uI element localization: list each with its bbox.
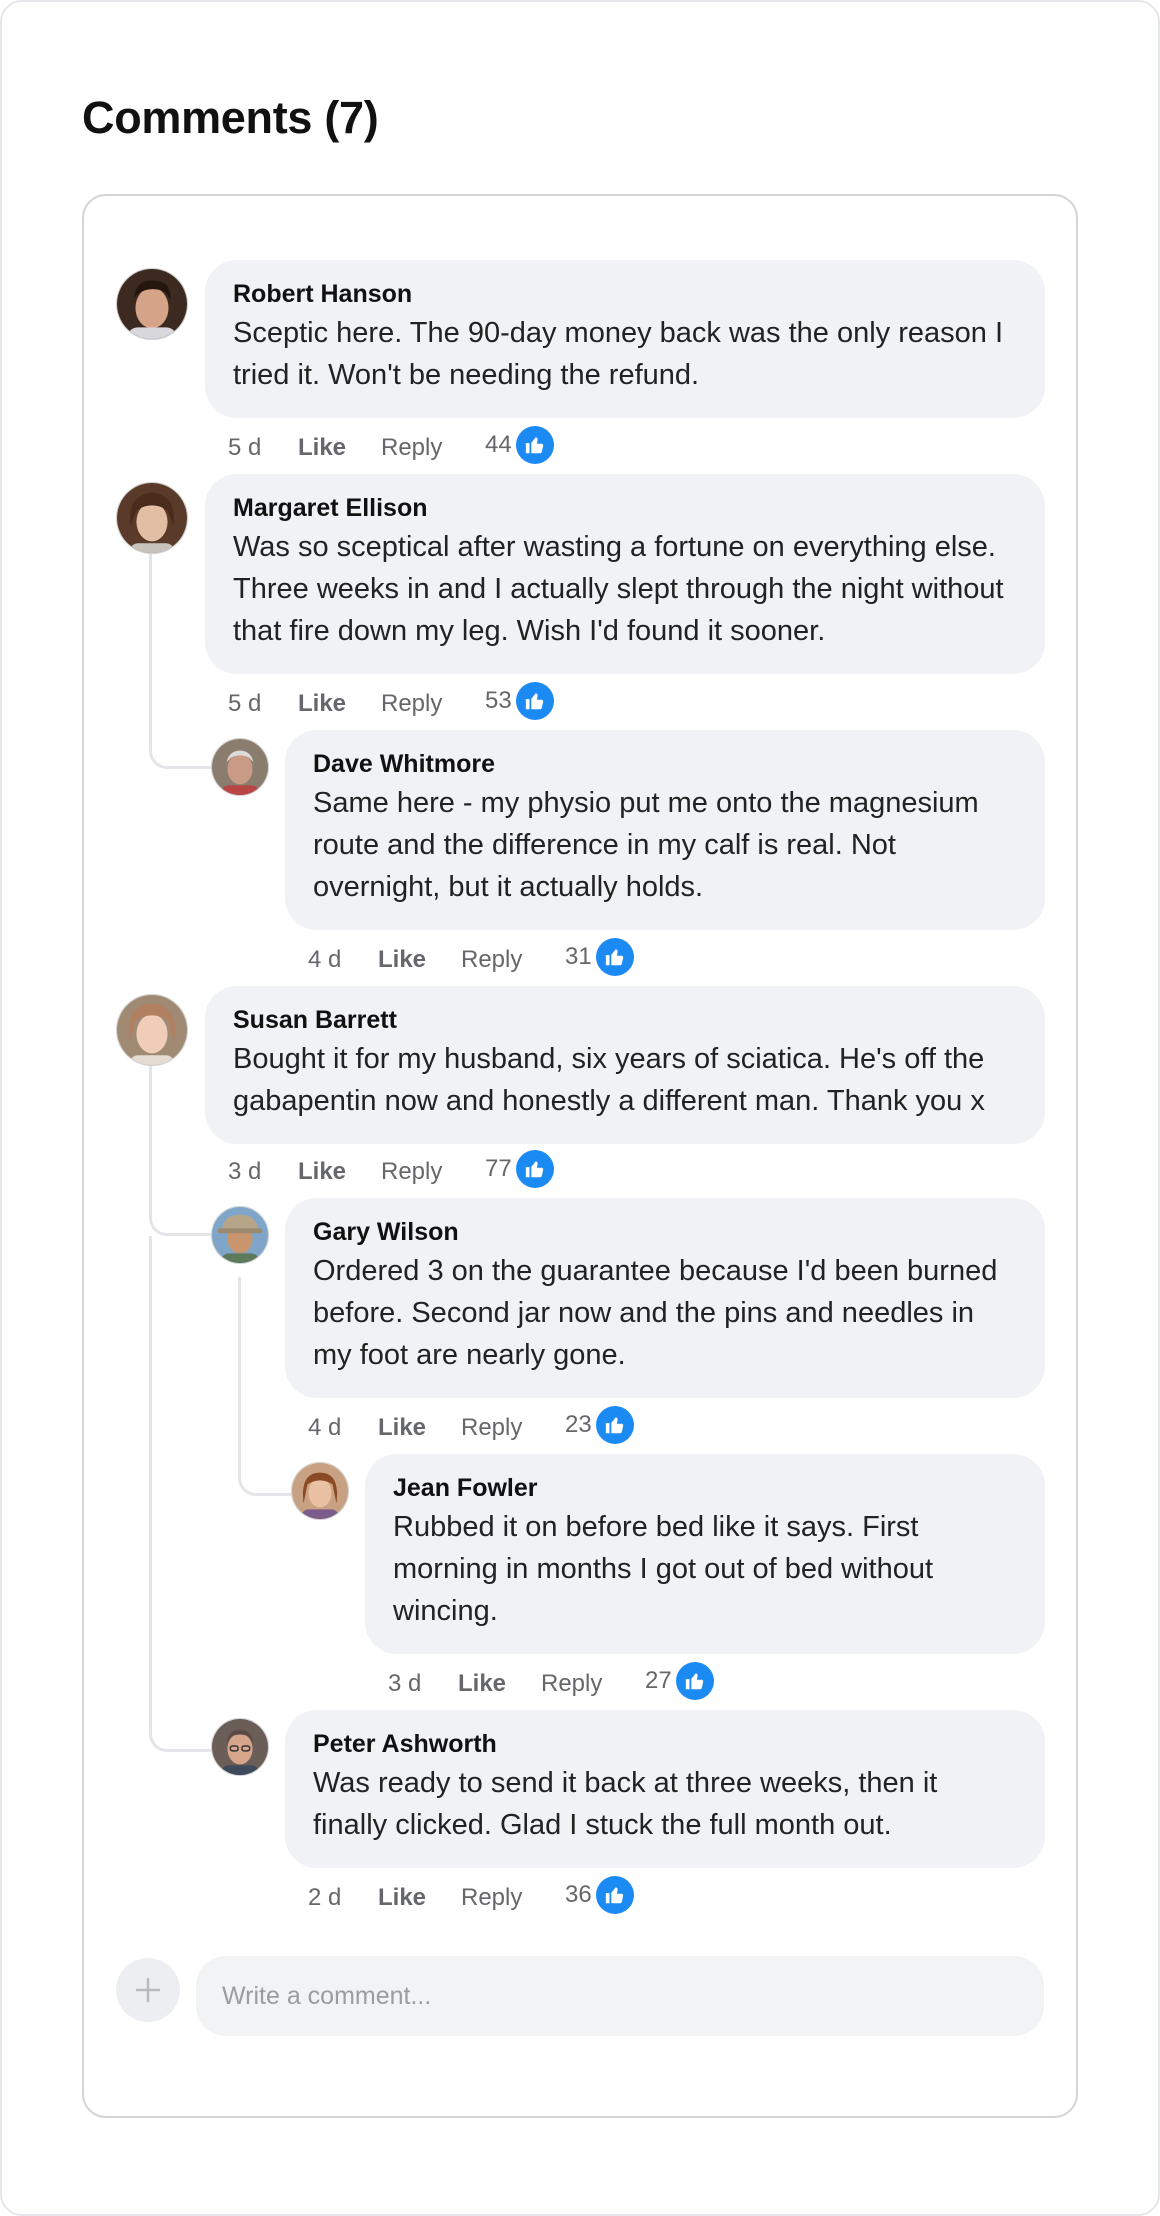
add-attachment-button[interactable] — [116, 1958, 180, 2022]
like-button[interactable]: Like — [298, 690, 381, 718]
comment-input[interactable] — [196, 1956, 1044, 2036]
comment-actions: 4 d Like Reply 23 — [308, 1406, 634, 1448]
comment-timestamp[interactable]: 5 d — [228, 434, 298, 462]
like-count[interactable]: 31 — [565, 943, 592, 971]
comment-timestamp[interactable]: 2 d — [308, 1884, 378, 1912]
like-button[interactable]: Like — [378, 1884, 461, 1912]
reply-button[interactable]: Reply — [381, 690, 485, 718]
comment-timestamp[interactable]: 3 d — [388, 1670, 458, 1698]
like-count[interactable]: 27 — [645, 1667, 672, 1695]
plus-icon — [135, 1977, 161, 2003]
like-button[interactable]: Like — [458, 1670, 541, 1698]
comment-author[interactable]: Jean Fowler — [393, 1474, 1017, 1502]
comment-text: Was ready to send it back at three weeks… — [313, 1767, 938, 1841]
comment-author[interactable]: Robert Hanson — [233, 280, 1017, 308]
comment-actions: 4 d Like Reply 31 — [308, 938, 634, 980]
comment-author[interactable]: Gary Wilson — [313, 1218, 1017, 1246]
comment-bubble: Peter Ashworth Was ready to send it back… — [285, 1710, 1045, 1868]
comment-bubble: Dave Whitmore Same here - my physio put … — [285, 730, 1045, 930]
comment-actions: 3 d Like Reply 77 — [228, 1150, 554, 1192]
comment-text: Ordered 3 on the guarantee because I'd b… — [313, 1255, 998, 1371]
reply-button[interactable]: Reply — [381, 434, 485, 462]
comment-text: Sceptic here. The 90-day money back was … — [233, 317, 1004, 391]
comment-bubble: Susan Barrett Bought it for my husband, … — [205, 986, 1045, 1144]
comment-timestamp[interactable]: 5 d — [228, 690, 298, 718]
comment-bubble: Margaret Ellison Was so sceptical after … — [205, 474, 1045, 674]
thumbs-up-icon[interactable] — [515, 426, 554, 464]
thread-line — [149, 552, 211, 769]
comment-text: Was so sceptical after wasting a fortune… — [233, 531, 1004, 647]
comment-bubble: Gary Wilson Ordered 3 on the guarantee b… — [285, 1198, 1045, 1398]
reply-button[interactable]: Reply — [461, 1884, 565, 1912]
comment-text: Same here - my physio put me onto the ma… — [313, 787, 979, 903]
like-button[interactable]: Like — [298, 434, 381, 462]
thumbs-up-icon[interactable] — [515, 682, 554, 720]
reply-button[interactable]: Reply — [461, 946, 565, 974]
comment-timestamp[interactable]: 3 d — [228, 1158, 298, 1186]
comment-author[interactable]: Peter Ashworth — [313, 1730, 1017, 1758]
avatar[interactable] — [211, 1206, 269, 1264]
comment-bubble: Robert Hanson Sceptic here. The 90-day m… — [205, 260, 1045, 418]
like-button[interactable]: Like — [378, 946, 461, 974]
thumbs-up-icon[interactable] — [595, 1406, 634, 1444]
thread-line — [149, 1236, 211, 1752]
avatar[interactable] — [116, 994, 188, 1066]
avatar[interactable] — [211, 738, 269, 796]
comment-author[interactable]: Dave Whitmore — [313, 750, 1017, 778]
thread-line — [238, 1277, 291, 1496]
page-title: Comments (7) — [82, 92, 379, 143]
reply-button[interactable]: Reply — [461, 1414, 565, 1442]
comment-actions: 2 d Like Reply 36 — [308, 1876, 634, 1918]
comment-bubble: Jean Fowler Rubbed it on before bed like… — [365, 1454, 1045, 1654]
like-button[interactable]: Like — [378, 1414, 461, 1442]
thread-line — [149, 1064, 211, 1236]
avatar[interactable] — [291, 1462, 349, 1520]
comment-author[interactable]: Margaret Ellison — [233, 494, 1017, 522]
comment-text: Bought it for my husband, six years of s… — [233, 1043, 985, 1117]
like-count[interactable]: 53 — [485, 687, 512, 715]
avatar[interactable] — [116, 268, 188, 340]
reply-button[interactable]: Reply — [381, 1158, 485, 1186]
like-count[interactable]: 23 — [565, 1411, 592, 1439]
comment-timestamp[interactable]: 4 d — [308, 946, 378, 974]
like-count[interactable]: 36 — [565, 1881, 592, 1909]
avatar[interactable] — [211, 1718, 269, 1776]
thumbs-up-icon[interactable] — [515, 1150, 554, 1188]
comment-actions: 5 d Like Reply 44 — [228, 426, 554, 468]
thumbs-up-icon[interactable] — [595, 1876, 634, 1914]
comment-actions: 3 d Like Reply 27 — [388, 1662, 714, 1704]
like-count[interactable]: 77 — [485, 1155, 512, 1183]
comment-timestamp[interactable]: 4 d — [308, 1414, 378, 1442]
thumbs-up-icon[interactable] — [595, 938, 634, 976]
like-count[interactable]: 44 — [485, 431, 512, 459]
thumbs-up-icon[interactable] — [675, 1662, 714, 1700]
like-button[interactable]: Like — [298, 1158, 381, 1186]
comment-author[interactable]: Susan Barrett — [233, 1006, 1017, 1034]
comment-actions: 5 d Like Reply 53 — [228, 682, 554, 724]
reply-button[interactable]: Reply — [541, 1670, 645, 1698]
avatar[interactable] — [116, 482, 188, 554]
comment-text: Rubbed it on before bed like it says. Fi… — [393, 1511, 934, 1627]
